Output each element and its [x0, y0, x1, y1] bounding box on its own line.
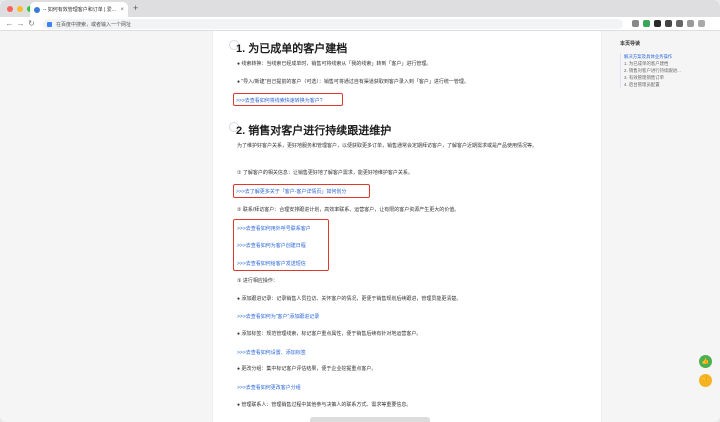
section1-title: 1. 为已成单的客户建档 — [236, 43, 348, 55]
toc-item[interactable]: 解决方案及具体业务操作 — [624, 53, 715, 60]
link-send-sms[interactable]: >>>去查看如何给客户发送短信 — [237, 260, 306, 267]
dark-extension-icon[interactable] — [654, 20, 661, 27]
thumbs-up-icon[interactable]: 👍 — [699, 355, 712, 368]
link-lead-to-customer[interactable]: >>>去查看如何将线索快速转换为客户? — [236, 97, 323, 104]
back-button[interactable]: ← — [4, 19, 15, 29]
thumbs-down-icon[interactable]: 👎 — [699, 374, 712, 387]
toc-item[interactable]: 3. 有效管理销售订单 — [624, 74, 715, 81]
toc-item[interactable]: 2. 销售对客户进行持续跟进... — [624, 67, 715, 74]
toc-item[interactable]: 4. 后台管理员配置 — [624, 81, 715, 88]
link-customer-detail[interactable]: >>>去了解更多关于「客户-客户详情页」如何划分 — [236, 188, 346, 195]
step-3-text: ③ 进行相应操作： — [237, 278, 278, 284]
section1-bullet-1: ● 线索转换：当线索已经成单时，销售可将线索从「我的线索」转到「客户」进行管理。 — [237, 61, 432, 67]
section2-title: 2. 销售对客户进行持续跟进维护 — [236, 125, 392, 137]
puzzle-extension-icon[interactable] — [676, 20, 683, 27]
op-group-text: ● 更改分组：集中标记客户评估结果，便于企业挖掘重点客户。 — [237, 366, 377, 372]
tab-bar: -- 如何有效管理客户和订单 | 爱... × + — [0, 0, 720, 17]
reload-button[interactable]: ↻ — [26, 19, 37, 29]
close-window-button[interactable] — [7, 5, 13, 12]
link-set-tags[interactable]: >>>去查看如何设置、添加标签 — [237, 349, 306, 356]
profile-avatar-icon[interactable] — [687, 20, 694, 27]
op-contacts-text: ● 管理联系人：管理销售过程中其他参与决策人的联系方式、需求等重要信息。 — [237, 402, 412, 408]
search-engine-icon — [47, 21, 52, 27]
page-content[interactable]: 1. 为已成单的客户建档 ● 线索转换：当线索已经成单时，销售可将线索从「我的线… — [0, 31, 720, 422]
minimize-window-button[interactable] — [17, 5, 23, 12]
toc-list: 解决方案及具体业务操作 1. 为已成单的客户建档 2. 销售对客户进行持续跟进.… — [620, 53, 715, 88]
op-followup-text: ● 添加跟进记录：记录销售人员拉访、关怀客户的情况，更便于销售规划后续跟进，管理… — [237, 296, 462, 302]
tab-title: -- 如何有效管理客户和订单 | 爱... — [43, 7, 116, 13]
link-call-customer[interactable]: >>>去查看如何用外呼号联系客户 — [237, 225, 311, 232]
bottom-scroll-hint — [310, 417, 430, 422]
toc-item[interactable]: 1. 为已成单的客户建档 — [624, 60, 715, 67]
step-2-text: ② 联系/拜访客户：合理安排跟进计划，高效率联系、运营客户，让有限的客户资源产生… — [237, 207, 460, 213]
address-placeholder: 在百度中搜索，或者输入一个网址 — [56, 21, 132, 28]
more-menu-icon[interactable] — [698, 20, 705, 27]
navigation-bar: ← → ↻ 在百度中搜索，或者输入一个网址 — [0, 17, 720, 31]
close-tab-icon[interactable]: × — [120, 7, 124, 13]
article: 1. 为已成单的客户建档 ● 线索转换：当线索已经成单时，销售可将线索从「我的线… — [212, 31, 602, 422]
browser-window: -- 如何有效管理客户和订单 | 爱... × + ← → ↻ 在百度中搜索，或… — [0, 0, 720, 422]
step-1-text: ① 了解客户的相关信息：让销售更好地了解客户需求，能更好地维护客户关系。 — [237, 170, 413, 176]
screenshot-extension-icon[interactable] — [632, 20, 639, 27]
link-create-schedule[interactable]: >>>去查看如何为客户创建日程 — [237, 242, 306, 249]
active-tab[interactable]: -- 如何有效管理客户和订单 | 爱... × — [30, 2, 128, 17]
section1-bullet-2: ● "导入/新建"自己提前的客户（可选）：销售可将通过自有渠道获取到客户录入到「… — [237, 79, 469, 85]
op-tag-text: ● 添加标签：规范管理线索，标记客户重点属性，便于销售后续有针对地运营客户。 — [237, 331, 422, 337]
extension-toolbar — [632, 20, 705, 27]
section2-intro: 为了维护好客户关系，更好地服务和管理客户，以便获取更多订单，销售通常会定期拜访客… — [237, 143, 538, 149]
link-add-followup[interactable]: >>>去查看如何为"客户"添加跟进记录 — [237, 313, 319, 320]
green-extension-icon[interactable] — [643, 20, 650, 27]
site-favicon-icon — [34, 6, 40, 13]
link-change-group[interactable]: >>>去查看如何更改客户分组 — [237, 384, 301, 391]
toc-title: 本页导读 — [620, 41, 641, 47]
address-bar[interactable]: 在百度中搜索，或者输入一个网址 — [43, 19, 623, 29]
forward-button[interactable]: → — [15, 19, 26, 29]
x-extension-icon[interactable] — [665, 20, 672, 27]
table-of-contents: 本页导读 解决方案及具体业务操作 1. 为已成单的客户建档 2. 销售对客户进行… — [620, 40, 715, 88]
new-tab-button[interactable]: + — [133, 3, 138, 13]
